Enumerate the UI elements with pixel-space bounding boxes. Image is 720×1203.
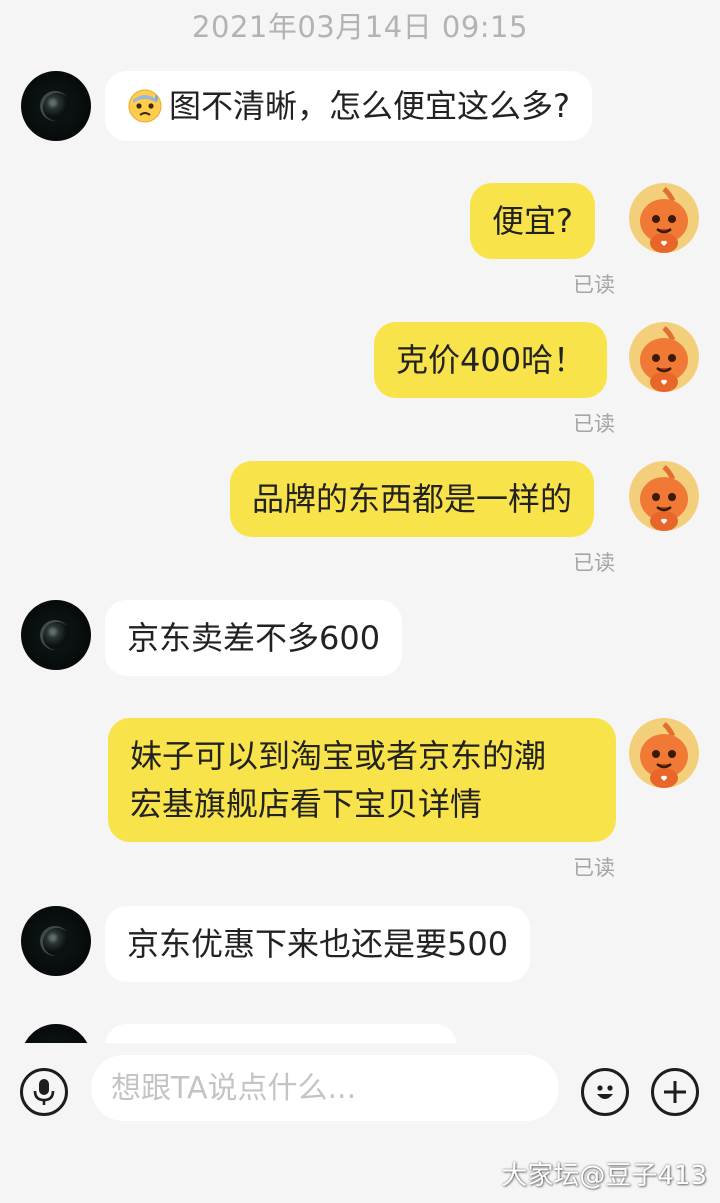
watermark: 大家坛@豆子413 [501,1161,707,1191]
read-status: 已读 [573,551,615,575]
user-avatar[interactable] [629,322,699,392]
contact-avatar[interactable] [21,600,91,670]
anxious-face-icon [127,88,163,124]
message-bubble[interactable]: 克价400哈！ [374,322,608,398]
message-text: 便宜? [492,202,573,240]
message-text: 京东优惠下来也还是要500 [127,925,509,963]
orange-mascot-icon [640,465,688,531]
chat-area: 2021年03月14日 09:15 图不清晰，怎么便宜这么多? 便宜? 已读 克… [0,0,720,1043]
message-bubble[interactable]: 妹子可以到淘宝或者京东的潮 宏基旗舰店看下宝贝详情 [108,718,616,842]
message-text-line: 宏基旗舰店看下宝贝详情 [130,785,483,823]
read-status: 已读 [573,273,615,297]
user-avatar[interactable] [629,718,699,788]
more-actions-button[interactable] [651,1068,699,1116]
message-timestamp: 2021年03月14日 09:15 [192,10,528,44]
message-bubble[interactable]: 图不清晰，怎么便宜这么多? [105,71,592,141]
message-input[interactable] [91,1055,559,1121]
emoji-button[interactable] [581,1068,629,1116]
plus-icon [664,1081,686,1103]
microphone-button[interactable] [20,1068,68,1116]
read-status: 已读 [573,412,615,436]
message-text: 克价400哈！ [396,341,586,379]
message-bubble[interactable]: 品牌的东西都是一样的 [230,461,595,537]
orange-mascot-icon [640,187,688,253]
user-avatar[interactable] [629,183,699,253]
read-status: 已读 [573,856,615,880]
message-bubble[interactable]: 便宜? [470,183,595,259]
smiley-icon [597,1085,613,1099]
orange-mascot-icon [640,326,688,392]
message-bubble[interactable]: 京东卖差不多600 [105,600,403,676]
contact-avatar[interactable] [21,906,91,976]
message-bubble-partial[interactable] [105,1024,457,1043]
contact-avatar[interactable] [21,71,91,141]
message-text-line: 妹子可以到淘宝或者京东的潮 [130,737,547,775]
contact-avatar[interactable] [21,1024,91,1043]
message-text: 品牌的东西都是一样的 [252,480,573,518]
message-bubble[interactable]: 京东优惠下来也还是要500 [105,906,531,982]
user-avatar[interactable] [629,461,699,531]
message-text: 京东卖差不多600 [127,619,381,657]
message-text: 图不清晰，怎么便宜这么多? [169,87,570,125]
microphone-icon [33,1079,55,1105]
orange-mascot-icon [640,722,688,788]
